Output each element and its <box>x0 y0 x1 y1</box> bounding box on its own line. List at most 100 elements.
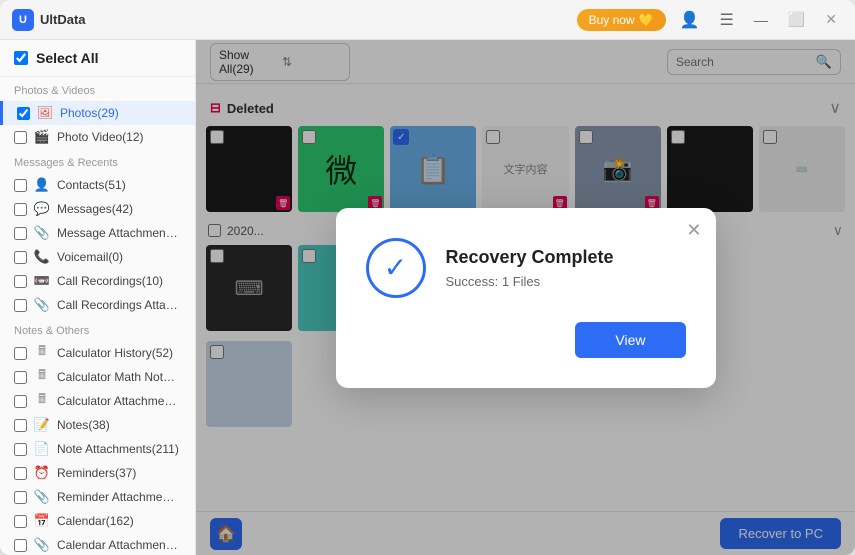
photos-label: Photos(29) <box>60 106 181 120</box>
select-all-checkbox[interactable] <box>14 51 28 65</box>
sidebar-item-cal-attach[interactable]: 📎 Calendar Attachments(1) <box>0 533 195 555</box>
sidebar-item-calc-math[interactable]: 🖩 Calculator Math Notes(6) <box>0 365 195 389</box>
voicemail-checkbox[interactable] <box>14 251 27 264</box>
video-icon: 🎬 <box>34 129 50 145</box>
messages-icon: 💬 <box>34 201 50 217</box>
modal-title: Recovery Complete <box>446 247 614 268</box>
msg-attach-label: Message Attachments(16) <box>57 226 181 240</box>
contacts-icon: 👤 <box>34 177 50 193</box>
modal-footer: View <box>366 322 686 358</box>
sidebar: Select All Photos & Videos 🖼 Photos(29) … <box>0 40 196 555</box>
menu-button[interactable]: ☰ <box>713 6 739 34</box>
cal-attach-label: Calendar Attachments(1) <box>57 538 181 552</box>
titlebar: U UltData Buy now 💛 👤 ☰ — ⬜ ✕ <box>0 0 855 40</box>
sidebar-item-calc-history[interactable]: 🖩 Calculator History(52) <box>0 341 195 365</box>
note-attach-label: Note Attachments(211) <box>57 442 181 456</box>
calendar-checkbox[interactable] <box>14 515 27 528</box>
content-area: Show All(29) ⇅ 🔍 ⊟ Deleted ∨ <box>196 40 855 555</box>
section-messages: Messages & Recents <box>0 149 195 173</box>
sidebar-item-notes[interactable]: 📝 Notes(38) <box>0 413 195 437</box>
msg-attach-icon: 📎 <box>34 225 50 241</box>
calc-math-icon: 🖩 <box>34 369 50 385</box>
calc-history-checkbox[interactable] <box>14 347 27 360</box>
messages-label: Messages(42) <box>57 202 181 216</box>
photo-video-label: Photo Video(12) <box>57 130 181 144</box>
sidebar-item-call-attachments[interactable]: 📎 Call Recordings Attachment... <box>0 293 195 317</box>
note-attach-icon: 📄 <box>34 441 50 457</box>
photo-video-checkbox[interactable] <box>14 131 27 144</box>
maximize-button[interactable]: ⬜ <box>782 7 811 32</box>
calc-attach-icon: 🖩 <box>34 393 50 409</box>
sidebar-item-calc-attach[interactable]: 🖩 Calculator Attachments(30) <box>0 389 195 413</box>
calendar-label: Calendar(162) <box>57 514 181 528</box>
modal-subtitle: Success: 1 Files <box>446 274 614 289</box>
call-attach-icon: 📎 <box>34 297 50 313</box>
user-icon-button[interactable]: 👤 <box>674 6 706 34</box>
reminders-icon: ⏰ <box>34 465 50 481</box>
modal-text: Recovery Complete Success: 1 Files <box>446 247 614 289</box>
cal-attach-checkbox[interactable] <box>14 539 27 552</box>
calls-checkbox[interactable] <box>14 275 27 288</box>
close-button[interactable]: ✕ <box>819 7 843 32</box>
notes-checkbox[interactable] <box>14 419 27 432</box>
calls-label: Call Recordings(10) <box>57 274 181 288</box>
notes-icon: 📝 <box>34 417 50 433</box>
sidebar-item-messages[interactable]: 💬 Messages(42) <box>0 197 195 221</box>
reminders-checkbox[interactable] <box>14 467 27 480</box>
sidebar-item-contacts[interactable]: 👤 Contacts(51) <box>0 173 195 197</box>
section-photos-videos: Photos & Videos <box>0 77 195 101</box>
reminders-label: Reminders(37) <box>57 466 181 480</box>
calc-attach-checkbox[interactable] <box>14 395 27 408</box>
sidebar-item-call-recordings[interactable]: 📼 Call Recordings(10) <box>0 269 195 293</box>
modal-overlay: ✕ ✓ Recovery Complete Success: 1 Files V… <box>196 40 855 555</box>
calendar-icon: 📅 <box>34 513 50 529</box>
logo-icon: U <box>12 9 34 31</box>
modal-body: ✓ Recovery Complete Success: 1 Files <box>366 238 686 298</box>
calls-icon: 📼 <box>34 273 50 289</box>
photos-icon: 🖼 <box>37 105 53 121</box>
reminder-attach-label: Reminder Attachments(27) <box>57 490 181 504</box>
calc-math-label: Calculator Math Notes(6) <box>57 370 181 384</box>
photos-checkbox[interactable] <box>17 107 30 120</box>
reminder-attach-icon: 📎 <box>34 489 50 505</box>
sidebar-item-note-attachments[interactable]: 📄 Note Attachments(211) <box>0 437 195 461</box>
calc-math-checkbox[interactable] <box>14 371 27 384</box>
call-attach-checkbox[interactable] <box>14 299 27 312</box>
recovery-complete-modal: ✕ ✓ Recovery Complete Success: 1 Files V… <box>336 208 716 388</box>
contacts-label: Contacts(51) <box>57 178 181 192</box>
main-layout: Select All Photos & Videos 🖼 Photos(29) … <box>0 40 855 555</box>
app-window: U UltData Buy now 💛 👤 ☰ — ⬜ ✕ Select All… <box>0 0 855 555</box>
select-all-label: Select All <box>36 50 99 66</box>
calc-attach-label: Calculator Attachments(30) <box>57 394 181 408</box>
voicemail-label: Voicemail(0) <box>57 250 181 264</box>
modal-close-button[interactable]: ✕ <box>686 220 701 241</box>
note-attach-checkbox[interactable] <box>14 443 27 456</box>
contacts-checkbox[interactable] <box>14 179 27 192</box>
reminder-attach-checkbox[interactable] <box>14 491 27 504</box>
call-attach-label: Call Recordings Attachment... <box>57 298 181 312</box>
titlebar-actions: Buy now 💛 👤 ☰ — ⬜ ✕ <box>577 6 843 34</box>
section-notes: Notes & Others <box>0 317 195 341</box>
sidebar-item-reminder-attach[interactable]: 📎 Reminder Attachments(27) <box>0 485 195 509</box>
calc-history-label: Calculator History(52) <box>57 346 181 360</box>
msg-attach-checkbox[interactable] <box>14 227 27 240</box>
minimize-button[interactable]: — <box>748 8 774 32</box>
success-circle: ✓ <box>366 238 426 298</box>
sidebar-item-reminders[interactable]: ⏰ Reminders(37) <box>0 461 195 485</box>
calc-history-icon: 🖩 <box>34 345 50 361</box>
checkmark-icon: ✓ <box>384 251 407 284</box>
select-all-row: Select All <box>0 40 195 77</box>
app-logo: U UltData <box>12 9 577 31</box>
sidebar-item-calendar[interactable]: 📅 Calendar(162) <box>0 509 195 533</box>
sidebar-item-voicemail[interactable]: 📞 Voicemail(0) <box>0 245 195 269</box>
app-title: UltData <box>40 12 86 27</box>
view-button[interactable]: View <box>575 322 685 358</box>
messages-checkbox[interactable] <box>14 203 27 216</box>
sidebar-item-photo-video[interactable]: 🎬 Photo Video(12) <box>0 125 195 149</box>
cal-attach-icon: 📎 <box>34 537 50 553</box>
notes-label: Notes(38) <box>57 418 181 432</box>
buy-now-button[interactable]: Buy now 💛 <box>577 9 666 31</box>
voicemail-icon: 📞 <box>34 249 50 265</box>
sidebar-item-photos[interactable]: 🖼 Photos(29) <box>0 101 195 125</box>
sidebar-item-msg-attachments[interactable]: 📎 Message Attachments(16) <box>0 221 195 245</box>
